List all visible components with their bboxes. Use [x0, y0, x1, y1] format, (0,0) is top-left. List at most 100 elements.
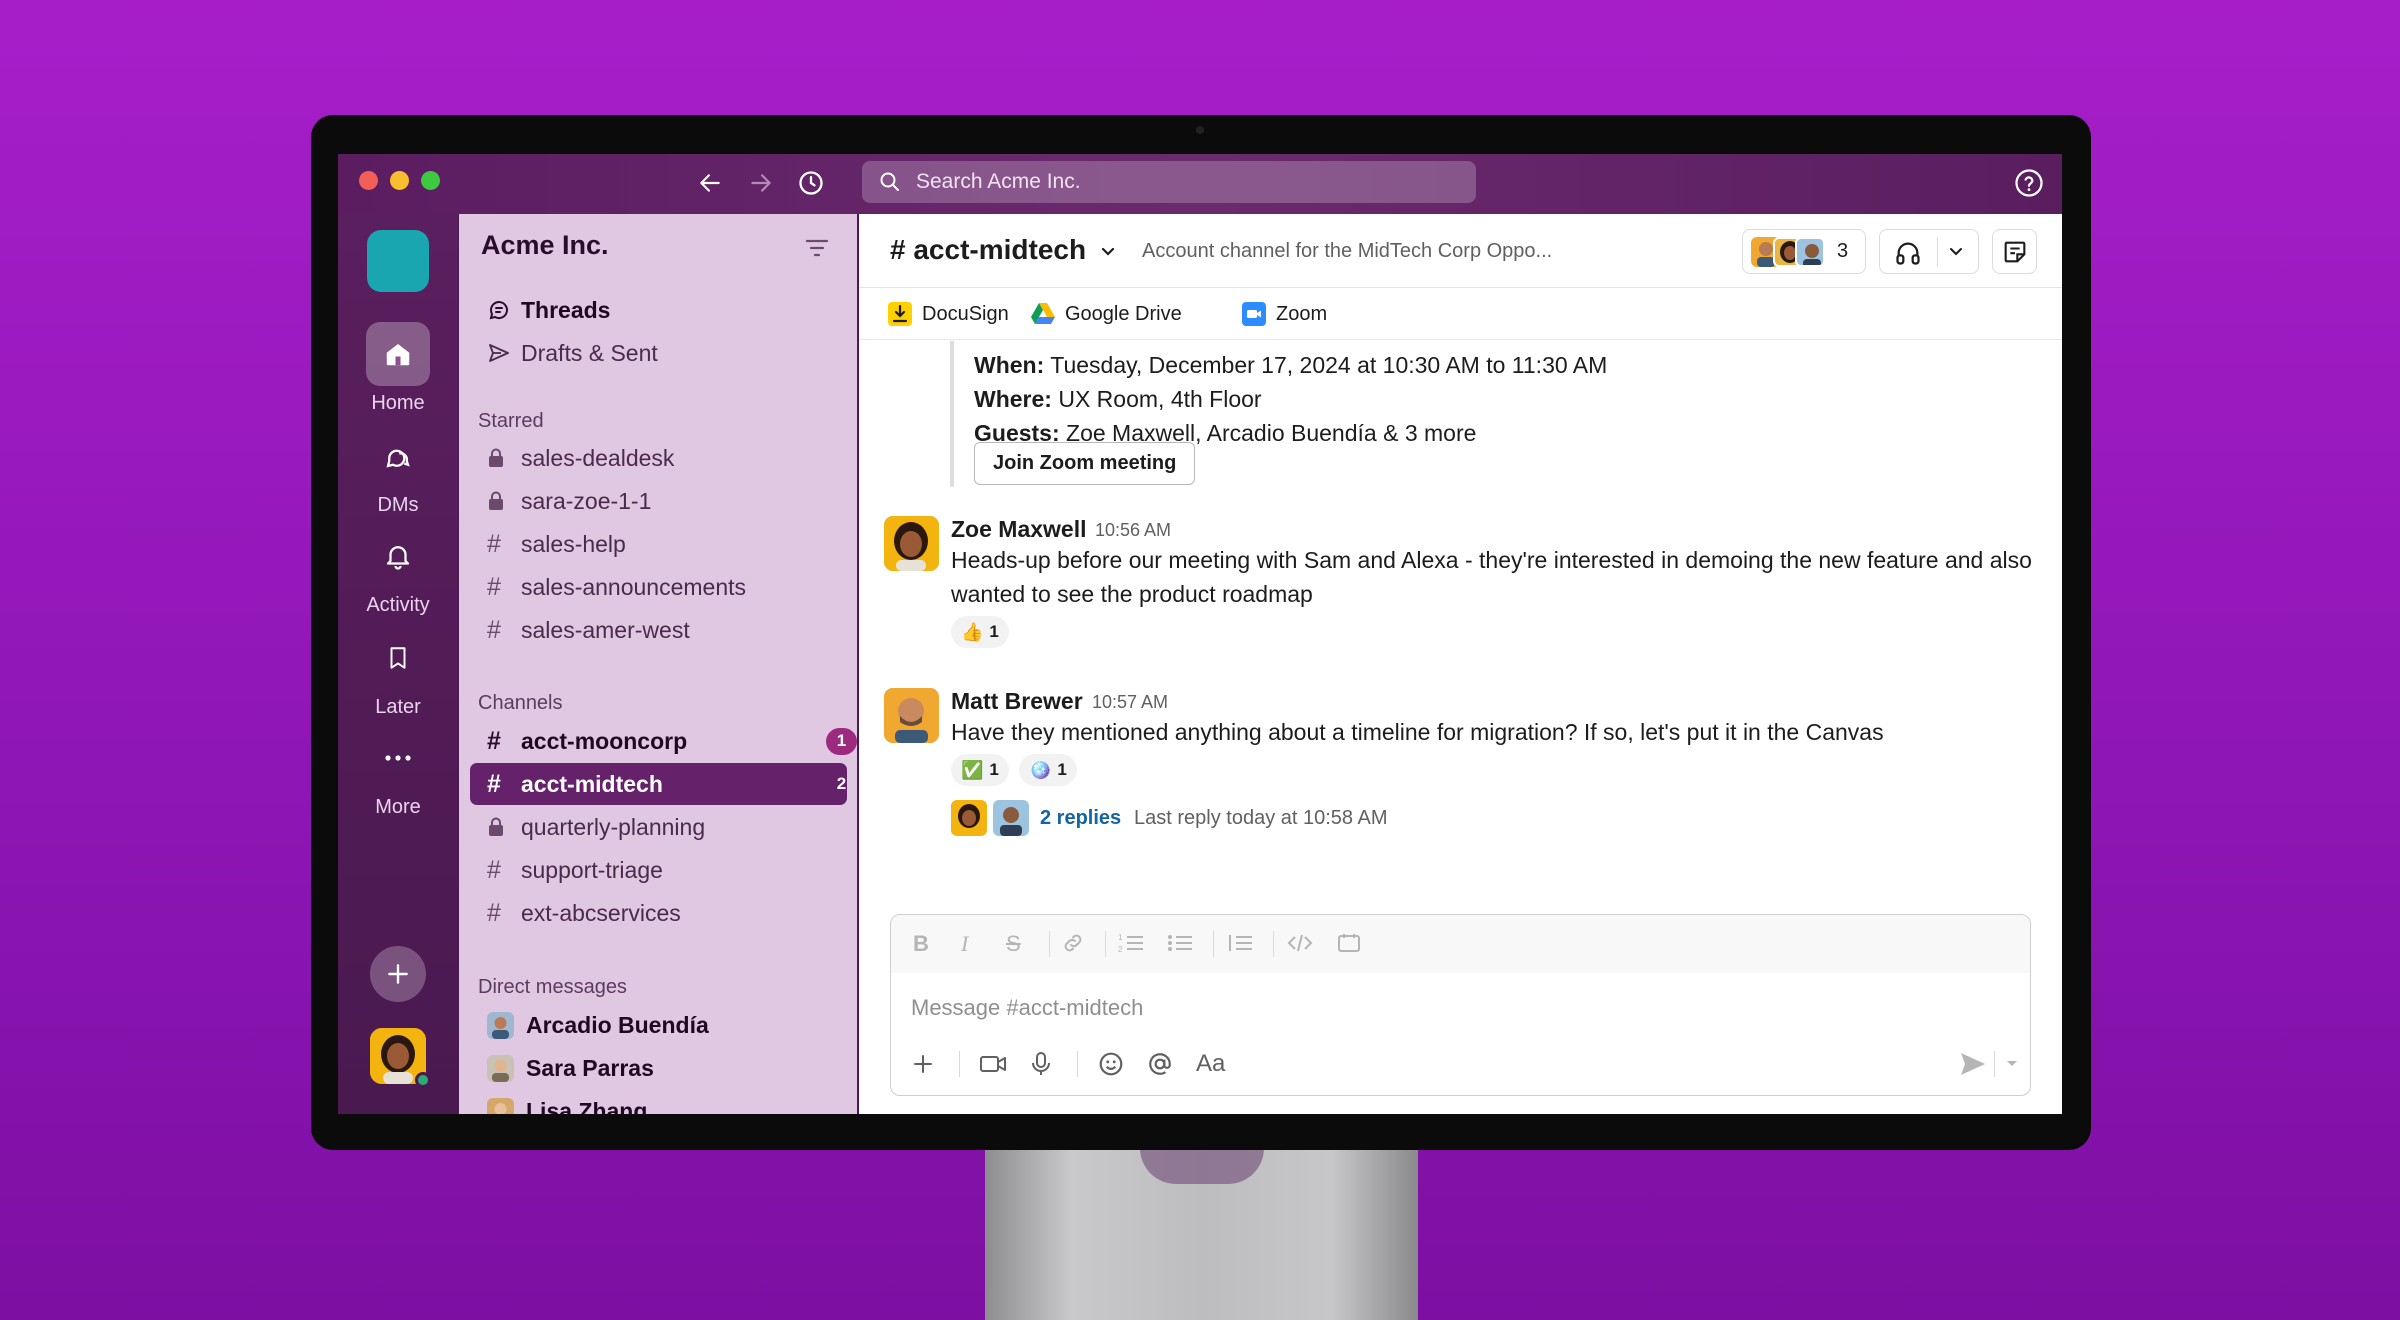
strikethrough-icon[interactable]: S — [1006, 931, 1021, 957]
message-author[interactable]: Matt Brewer — [951, 688, 1083, 715]
back-arrow-icon[interactable] — [693, 166, 727, 200]
channel-sidebar: Acme Inc. Threads Drafts & Sent Starred … — [459, 214, 857, 1114]
blockquote-icon[interactable] — [1227, 931, 1255, 961]
history-clock-icon[interactable] — [794, 166, 828, 200]
sidebar-item-sara-zoe[interactable]: sara-zoe-1-1 — [487, 481, 651, 521]
plus-icon[interactable] — [911, 1049, 935, 1079]
bell-icon — [366, 524, 430, 588]
dm-item-arcadio[interactable]: Arcadio Buendía — [487, 1005, 709, 1045]
help-icon[interactable] — [2014, 168, 2044, 203]
bold-icon[interactable]: B — [913, 931, 929, 957]
rail-dms[interactable]: DMs — [338, 424, 458, 517]
send-icon[interactable] — [1959, 1049, 1987, 1079]
minimize-window-button[interactable] — [390, 171, 409, 190]
dm-item-label: Arcadio Buendía — [526, 1011, 709, 1038]
sidebar-threads-label: Threads — [521, 296, 611, 323]
chevron-down-icon — [1101, 247, 1114, 256]
canvas-button[interactable] — [1992, 229, 2037, 274]
dms-icon — [366, 424, 430, 488]
sidebar-threads[interactable]: Threads — [487, 290, 610, 330]
rail-later[interactable]: Later — [338, 626, 458, 719]
message-composer[interactable]: B I S 12 Message #acct-midtech Aa — [890, 914, 2031, 1096]
channel-view: # acct-midtech Account channel for the M… — [859, 214, 2062, 1114]
code-block-icon[interactable] — [1336, 931, 1362, 961]
search-placeholder: Search Acme Inc. — [916, 170, 1081, 193]
reaction-thumbs-up[interactable]: 👍 1 — [951, 616, 1009, 648]
thread-replies-link[interactable]: 2 replies — [1040, 807, 1121, 830]
huddle-button[interactable] — [1879, 229, 1979, 274]
message-timestamp[interactable]: 10:57 AM — [1092, 692, 1168, 713]
sidebar-item-ext-abcservices[interactable]: # ext-abcservices — [487, 893, 681, 933]
member-count: 3 — [1837, 240, 1849, 262]
workspace-logo[interactable] — [367, 230, 429, 292]
dm-item-lisa[interactable]: Lisa Zhang — [487, 1091, 647, 1114]
dm-section-title[interactable]: Direct messages — [478, 976, 627, 999]
last-reply-meta: Last reply today at 10:58 AM — [1134, 807, 1388, 829]
lock-icon — [487, 817, 521, 837]
bookmark-docusign[interactable]: DocuSign — [888, 302, 1009, 326]
rail-activity-label: Activity — [366, 594, 430, 616]
message-input[interactable]: Message #acct-midtech — [911, 995, 1143, 1021]
avatar[interactable] — [884, 688, 939, 743]
microphone-icon[interactable] — [1030, 1049, 1052, 1079]
sidebar-item-acct-midtech[interactable]: # acct-midtech 2 — [487, 764, 857, 804]
avatar[interactable] — [884, 516, 939, 571]
event-when: When: Tuesday, December 17, 2024 at 10:3… — [974, 352, 1608, 378]
forward-arrow-icon[interactable] — [744, 166, 778, 200]
sidebar-item-quarterly-planning[interactable]: quarterly-planning — [487, 807, 705, 847]
close-window-button[interactable] — [359, 171, 378, 190]
message-timestamp[interactable]: 10:56 AM — [1095, 520, 1171, 541]
bookmarks-bar: DocuSign Google Drive Zoom — [859, 288, 2062, 340]
bulleted-list-icon[interactable] — [1166, 931, 1194, 961]
sidebar-drafts[interactable]: Drafts & Sent — [487, 333, 658, 373]
rail-home-label: Home — [371, 392, 425, 414]
sidebar-item-sales-announcements[interactable]: # sales-announcements — [487, 567, 746, 607]
text-format-icon[interactable]: Aa — [1196, 1049, 1225, 1079]
rail-dms-label: DMs — [377, 494, 419, 516]
numbered-list-icon[interactable]: 12 — [1117, 931, 1145, 961]
rail-more[interactable]: More — [338, 726, 458, 819]
titlebar: Search Acme Inc. — [338, 154, 2062, 214]
avatar — [993, 800, 1029, 836]
dm-item-sara[interactable]: Sara Parras — [487, 1048, 654, 1088]
bookmark-zoom[interactable]: Zoom — [1242, 302, 1327, 326]
sidebar-item-sales-dealdesk[interactable]: sales-dealdesk — [487, 438, 674, 478]
sidebar-item-acct-mooncorp[interactable]: # acct-mooncorp 1 — [487, 721, 857, 761]
maximize-window-button[interactable] — [421, 171, 440, 190]
channel-title[interactable]: # acct-midtech — [890, 234, 1116, 266]
code-icon[interactable] — [1286, 931, 1314, 961]
filter-icon[interactable] — [805, 238, 829, 263]
hash-icon: # — [487, 769, 501, 798]
channels-section-title[interactable]: Channels — [478, 692, 563, 715]
italic-icon[interactable]: I — [961, 931, 968, 957]
workspace-name[interactable]: Acme Inc. — [481, 230, 609, 261]
hash-icon: # — [487, 615, 501, 644]
video-icon[interactable] — [979, 1049, 1007, 1079]
link-icon[interactable] — [1061, 931, 1085, 961]
channel-description[interactable]: Account channel for the MidTech Corp Opp… — [1142, 240, 1552, 263]
avatar — [487, 1097, 514, 1114]
bookmark-google-drive[interactable]: Google Drive — [1031, 302, 1182, 326]
members-button[interactable]: 3 — [1742, 229, 1866, 274]
sidebar-item-sales-help[interactable]: # sales-help — [487, 524, 626, 564]
google-drive-icon — [1031, 302, 1055, 326]
reaction-disco-ball[interactable]: 🪩 1 — [1019, 754, 1077, 786]
reaction-check[interactable]: ✅ 1 — [951, 754, 1009, 786]
search-input[interactable]: Search Acme Inc. — [862, 161, 1476, 203]
hash-icon: # — [487, 898, 501, 927]
hash-icon: # — [487, 529, 501, 558]
rail-home[interactable]: Home — [338, 322, 458, 415]
emoji-icon[interactable] — [1098, 1049, 1124, 1079]
chevron-down-icon[interactable] — [2003, 1049, 2021, 1079]
chevron-down-icon[interactable] — [1948, 245, 1964, 263]
rail-activity[interactable]: Activity — [338, 524, 458, 617]
sidebar-item-sales-amer-west[interactable]: # sales-amer-west — [487, 610, 690, 650]
starred-section-title[interactable]: Starred — [478, 410, 544, 433]
bookmark-icon — [366, 626, 430, 690]
sidebar-item-support-triage[interactable]: # support-triage — [487, 850, 663, 890]
message-author[interactable]: Zoe Maxwell — [951, 516, 1086, 543]
add-workspace-button[interactable] — [370, 946, 426, 1002]
join-zoom-button[interactable]: Join Zoom meeting — [974, 442, 1196, 485]
dm-item-label: Lisa Zhang — [526, 1097, 648, 1115]
mention-icon[interactable] — [1147, 1049, 1173, 1079]
